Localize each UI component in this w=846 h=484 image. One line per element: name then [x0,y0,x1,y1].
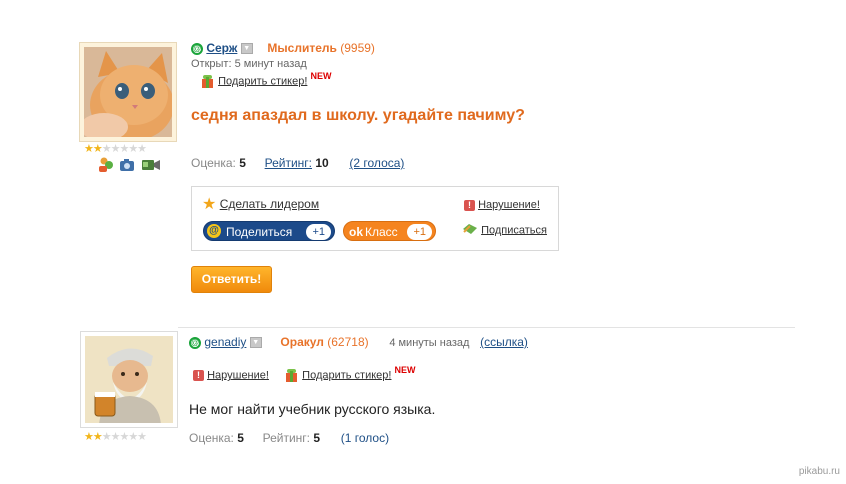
answer-actions-row: ! Нарушение! Подарить стикер! NEW [193,365,416,382]
answer-author-line: @ genadiy ▼ Оракул (62718) 4 минуты наза… [189,335,528,349]
new-badge: NEW [394,365,416,376]
answer-time: 4 минуты назад [389,337,470,349]
klass-count: +1 [407,224,432,240]
warning-icon: ! [193,370,204,381]
reply-button[interactable]: Ответить! [191,266,272,293]
kitten-photo [84,47,172,137]
share-count: +1 [306,224,331,240]
video-camera-icon [142,160,160,170]
subscribe-icon [462,222,478,239]
answer-text: Не мог найти учебник русского языка. [189,401,436,417]
at-icon: @ [207,224,221,238]
author-rank: Мыслитель [267,41,337,55]
author-line: @ Серж ▼ Мыслитель (9959) [191,41,375,55]
klass-button[interactable]: ok Класс +1 [343,221,436,241]
violation-row: ! Нарушение! [464,199,540,211]
score-label: Оценка: [189,431,234,445]
gift-sticker-row: Подарить стикер! NEW [201,71,331,88]
answer-author-stars: ★★★★★★★ [84,431,147,443]
make-leader-link[interactable]: Сделать лидером [220,197,319,211]
author-avatar[interactable] [79,42,177,142]
rating-value: 5 [313,431,321,445]
answer-gift-sticker-link[interactable]: Подарить стикер! [302,369,391,381]
votes-link[interactable]: (2 голоса) [349,156,404,170]
gift-sticker-link[interactable]: Подарить стикер! [218,75,307,87]
votes-link[interactable]: (1 голос) [341,431,389,445]
gift-icon [285,369,299,382]
violation-link[interactable]: Нарушение! [478,199,540,211]
mail-agent-icon[interactable]: @ [189,336,201,349]
rating-label: Рейтинг: [262,431,311,445]
share-label: Поделиться [226,225,293,239]
author-name[interactable]: Серж [206,41,237,55]
answer-author-points: (62718) [327,335,369,349]
odnoklassniki-icon: ok [349,225,364,239]
opened-time: Открыт: 5 минут назад [191,58,307,70]
divider [178,327,795,328]
klass-label: Класс [365,225,398,239]
subscribe-row: Подписаться [462,222,547,239]
make-leader-row: ★ Сделать лидером [202,195,319,213]
chevron-down-icon[interactable]: ▼ [240,43,253,55]
new-badge: NEW [310,71,332,82]
answer-avatar[interactable] [80,331,178,428]
rating-label[interactable]: Рейтинг: [265,156,312,170]
question-text: седня апаздал в школу. угадайте пачиму? [191,107,525,124]
author-stars: ★★★★★★★ [84,143,147,155]
question-rating: Оценка: 5 Рейтинг: 10 (2 голоса) [191,156,404,170]
rating-value: 10 [315,156,329,170]
answer-author-name[interactable]: genadiy [204,335,246,349]
friends-icon [99,157,113,172]
old-man-poster [85,336,173,423]
share-button[interactable]: @ Поделиться +1 [203,221,335,241]
subscribe-link[interactable]: Подписаться [481,224,547,236]
answer-violation-link[interactable]: Нарушение! [207,369,269,381]
score-label: Оценка: [191,156,236,170]
score-value: 5 [239,156,246,170]
author-achievement-icons [98,156,162,175]
watermark: pikabu.ru [798,466,840,477]
star-icon: ★ [202,195,217,213]
gift-icon [201,75,215,88]
answer-author-rank: Оракул [280,335,324,349]
author-points: (9959) [340,41,375,55]
score-value: 5 [237,431,244,445]
chevron-down-icon[interactable]: ▼ [249,337,262,349]
camera-icon [120,159,134,171]
actions-panel: ★ Сделать лидером ! Нарушение! @ Поделит… [191,186,559,251]
warning-icon: ! [464,199,475,211]
mail-agent-icon[interactable]: @ [191,42,203,55]
answer-rating: Оценка: 5 Рейтинг: 5 (1 голос) [189,431,389,445]
answer-permalink[interactable]: (ссылка) [480,335,528,349]
